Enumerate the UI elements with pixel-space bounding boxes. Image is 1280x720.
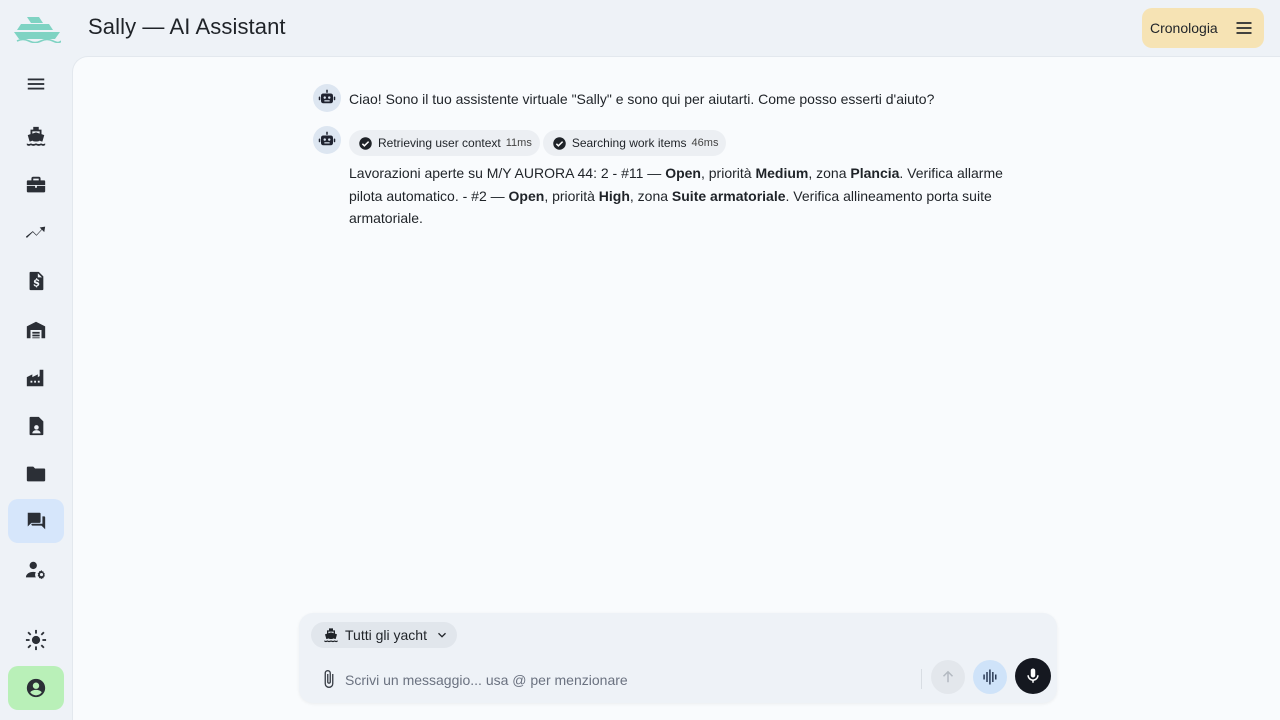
menu-icon — [27, 78, 45, 90]
message-composer: Tutti gli yacht — [299, 613, 1057, 703]
briefcase-icon — [26, 176, 46, 193]
assistant-avatar — [313, 126, 341, 154]
assistant-message: Ciao! Sono il tuo assistente virtuale "S… — [313, 84, 1013, 114]
yacht-logo-icon — [14, 17, 61, 43]
sidebar-item-menu[interactable] — [8, 62, 64, 106]
sidebar-item-invoices[interactable] — [8, 259, 64, 303]
sidebar-item-warehouse[interactable] — [8, 308, 64, 352]
assistant-avatar — [313, 84, 341, 112]
tool-call-duration: 46ms — [691, 137, 719, 149]
message-input[interactable] — [345, 667, 915, 693]
response-segment: , priorità — [544, 187, 599, 204]
voice-mode-button[interactable] — [973, 660, 1007, 694]
theme-toggle[interactable] — [8, 618, 64, 662]
sidebar-item-chat[interactable] — [8, 499, 64, 543]
sidebar-item-contacts[interactable] — [8, 404, 64, 448]
send-button[interactable] — [931, 660, 965, 694]
sidebar-item-jobs[interactable] — [8, 163, 64, 207]
account-circle-icon — [26, 678, 46, 698]
ship-icon — [26, 126, 46, 146]
top-bar: Sally — AI Assistant Cronologia — [0, 0, 1280, 56]
user-settings-icon — [25, 561, 45, 580]
invoice-icon — [29, 271, 44, 291]
ship-icon — [324, 628, 338, 643]
history-button[interactable]: Cronologia — [1142, 8, 1264, 48]
microphone-button[interactable] — [1015, 658, 1051, 694]
microphone-icon — [1027, 668, 1039, 683]
response-segment: , priorità — [700, 165, 756, 181]
sidebar-item-factory[interactable] — [8, 356, 64, 400]
status-open: Open — [665, 165, 701, 181]
robot-icon — [318, 131, 336, 146]
sun-icon — [25, 629, 47, 651]
audio-wave-icon — [983, 669, 997, 685]
zone-suite: Suite armatoriale — [671, 187, 786, 204]
sidebar-item-yachts[interactable] — [8, 114, 64, 158]
arrow-up-icon — [942, 670, 954, 683]
status-open: Open — [508, 187, 545, 204]
response-segment: , zona — [629, 187, 672, 204]
response-segment: , zona — [808, 165, 851, 181]
contact-document-icon — [29, 416, 44, 436]
response-text: Lavorazioni aperte su M/Y AURORA 44: 2 -… — [349, 162, 1013, 230]
warehouse-icon — [26, 321, 46, 339]
priority-medium: Medium — [755, 165, 809, 181]
history-button-label: Cronologia — [1150, 20, 1218, 36]
sidebar-item-user-settings[interactable] — [8, 548, 64, 592]
chevron-down-icon — [438, 632, 446, 638]
tool-call-label: Retrieving user context — [378, 136, 501, 150]
paperclip-icon[interactable] — [319, 669, 339, 689]
tool-call-chip[interactable]: Searching work items 46ms — [542, 130, 727, 156]
tool-call-duration: 11ms — [505, 137, 532, 149]
app-title: Sally — AI Assistant — [88, 14, 286, 39]
sidebar-item-analytics[interactable] — [8, 211, 64, 255]
factory-icon — [26, 369, 44, 387]
chat-panel: Ciao! Sono il tuo assistente virtuale "S… — [72, 56, 1280, 720]
user-account-button[interactable] — [8, 666, 64, 710]
hamburger-icon — [1236, 22, 1252, 34]
zone-plancia: Plancia — [850, 165, 900, 181]
greeting-text: Ciao! Sono il tuo assistente virtuale "S… — [349, 91, 935, 107]
robot-icon — [318, 89, 336, 104]
tool-call-chip[interactable]: Retrieving user context 11ms — [349, 130, 540, 156]
yacht-filter-label: Tutti gli yacht — [345, 627, 427, 643]
trending-icon — [25, 226, 46, 239]
tool-call-label: Searching work items — [571, 136, 687, 150]
yacht-filter-select[interactable]: Tutti gli yacht — [311, 622, 457, 648]
check-circle-icon — [359, 136, 372, 150]
priority-high: High — [598, 187, 630, 204]
assistant-message: Retrieving user context 11ms Searching w… — [313, 126, 1013, 236]
tool-calls: Retrieving user context 11ms Searching w… — [349, 130, 727, 156]
folder-icon — [26, 466, 46, 482]
sidebar-item-documents[interactable] — [8, 452, 64, 496]
response-segment: Lavorazioni aperte su M/Y AURORA 44: 2 -… — [349, 165, 666, 181]
sidebar — [0, 56, 72, 720]
divider — [921, 669, 922, 689]
chat-icon — [27, 512, 46, 530]
check-circle-icon — [553, 136, 566, 150]
